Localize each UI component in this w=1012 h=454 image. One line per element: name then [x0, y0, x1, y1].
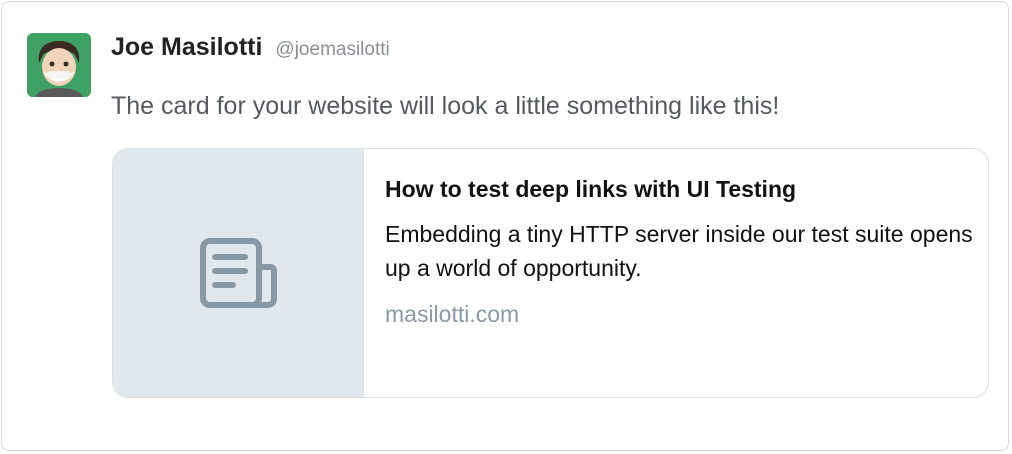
tweet-text: The card for your website will look a li…: [111, 92, 780, 120]
link-card[interactable]: How to test deep links with UI Testing E…: [112, 148, 989, 398]
card-media: [113, 149, 364, 397]
author-handle[interactable]: @joemasilotti: [275, 39, 389, 61]
tweet-card-preview: Joe Masilotti @joemasilotti The card for…: [1, 1, 1009, 451]
author-row: Joe Masilotti @joemasilotti: [111, 33, 390, 65]
card-title[interactable]: How to test deep links with UI Testing: [385, 173, 975, 205]
card-body: How to test deep links with UI Testing E…: [385, 173, 975, 329]
card-description: Embedding a tiny HTTP server inside our …: [385, 221, 973, 281]
avatar[interactable]: [27, 33, 91, 97]
document-icon: [199, 238, 277, 308]
author-name[interactable]: Joe Masilotti: [111, 33, 262, 62]
card-domain[interactable]: masilotti.com: [385, 299, 975, 329]
avatar-face-icon: [27, 33, 91, 97]
